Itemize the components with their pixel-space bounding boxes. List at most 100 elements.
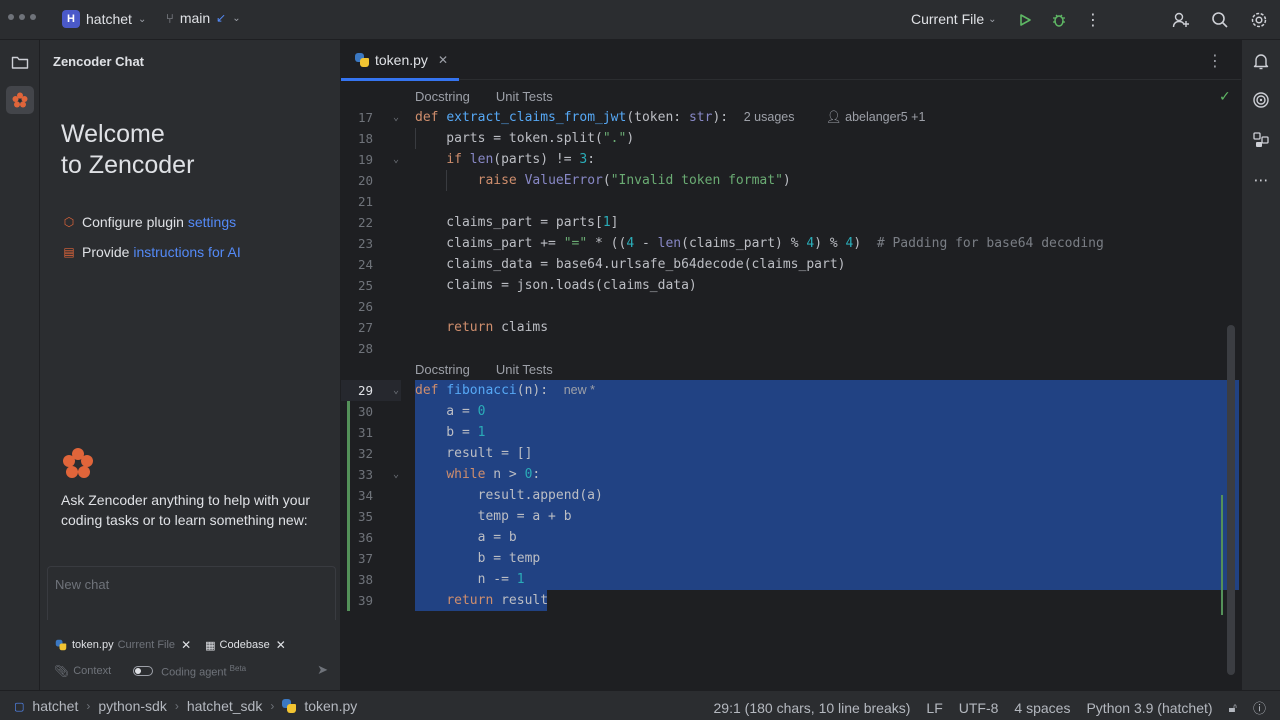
python-file-icon [282,699,297,713]
coding-agent-toggle[interactable] [133,666,154,676]
new-chat-input[interactable]: New chat [47,566,336,620]
info-icon[interactable]: ⓘ [1253,698,1266,717]
line-code: result.append(a) [415,488,603,503]
branch-selector[interactable]: ⑂ main ↙ ⌄ [166,10,241,26]
fold-icon[interactable]: ⌄ [393,464,399,485]
line-code: parts = token.split(".") [415,131,635,146]
code-line: 21 [341,191,1241,212]
breadcrumb-item[interactable]: python-sdk [98,698,166,714]
chip-codebase[interactable]: ▦ Codebase ✕ [205,638,286,652]
instructions-link[interactable]: instructions for AI [133,244,240,260]
line-code: a = b [415,530,517,545]
chevron-right-icon: › [270,699,275,713]
file-encoding[interactable]: UTF-8 [959,700,999,716]
chip-current-file[interactable]: token.py Current File ✕ [54,638,191,652]
panel-title: Zencoder Chat [53,54,145,69]
fold-icon[interactable]: ⌄ [393,107,399,128]
code-line: 26 [341,296,1241,317]
branch-name: main [179,10,211,26]
code-line: 17 ⌄ def extract_claims_from_jwt(token: … [341,107,1241,128]
indent-guide [415,128,416,149]
line-code: def fibonacci(n): new * [415,383,596,398]
project-folder-icon[interactable] [6,48,34,76]
vertical-scrollbar[interactable] [1227,325,1235,675]
welcome-line-2: to Zencoder [61,151,195,179]
line-code: claims_data = base64.urlsafe_b64decode(c… [415,257,846,272]
line-number: 23 [357,236,373,251]
run-config-label: Current File [911,11,985,27]
code-line: 20 raise ValueError("Invalid token forma… [341,170,1241,191]
chevron-right-icon: › [86,699,91,713]
fold-icon[interactable]: ⌄ [393,149,399,170]
line-code: def extract_claims_from_jwt(token: str):… [415,110,926,125]
line-number: 30 [357,404,373,419]
line-number: 22 [357,215,373,230]
line-code: b = 1 [415,425,486,440]
line-number: 25 [357,278,373,293]
code-line: 39 return result [341,590,1241,611]
unlock-icon[interactable]: 🔓︎ [1229,700,1237,716]
python-interpreter[interactable]: Python 3.9 (hatchet) [1086,700,1212,716]
run-icon[interactable] [1013,8,1037,32]
project-selector[interactable]: H hatchet ⌄ [62,10,146,28]
more-actions-icon[interactable]: ⋮ [1081,8,1105,32]
code-line: 27 return claims [341,317,1241,338]
ai-assistant-spiral-icon[interactable] [1248,87,1274,113]
breadcrumb-item[interactable]: hatchet [32,698,78,714]
chevron-right-icon: › [174,699,179,713]
docstring-hint[interactable]: Docstring [415,86,470,107]
hexagon-icon: ⬡ [63,215,75,229]
code-line: 35 temp = a + b [341,506,1241,527]
caret-position[interactable]: 29:1 (180 chars, 10 line breaks) [714,700,911,716]
new-marker-hint: new * [563,383,596,397]
search-icon[interactable] [1208,8,1232,32]
breadcrumb-item[interactable]: hatchet_sdk [187,698,263,714]
branch-icon: ⑂ [166,10,174,26]
send-icon[interactable]: ➤ [317,662,328,678]
chip-codebase-label: Codebase [219,639,270,651]
line-number: 36 [357,530,373,545]
settings-link[interactable]: settings [188,214,236,230]
main-menu-icon[interactable] [8,14,36,20]
line-number: 37 [357,551,373,566]
more-tool-windows-icon[interactable]: ⋯ [1248,167,1274,193]
line-code: while n > 0: [446,467,541,482]
context-chips: token.py Current File ✕ ▦ Codebase ✕ [47,630,336,660]
notifications-bell-icon[interactable] [1248,48,1274,74]
code-line: 31 b = 1 [341,422,1241,443]
database-plugin-icon[interactable] [1248,127,1274,153]
docstring-hint[interactable]: Docstring [415,359,470,380]
unit-tests-hint[interactable]: Unit Tests [496,359,553,380]
line-number: 20 [357,173,373,188]
line-code: n -= 1 [415,572,525,587]
left-tool-strip [0,40,40,690]
line-code: claims_part = parts[1] [415,215,619,230]
line-code: return claims [446,320,549,335]
indentation[interactable]: 4 spaces [1014,700,1070,716]
line-code: temp = a + b [415,509,572,524]
unit-tests-hint[interactable]: Unit Tests [496,86,553,107]
line-number: 17 [357,110,373,125]
code-area[interactable]: Docstring Unit Tests 17 ⌄ def extract_cl… [341,40,1241,690]
line-code: b = temp [415,551,541,566]
line-code: claims_part += "=" * ((4 - len(claims_pa… [415,236,1104,251]
run-configuration-selector[interactable]: Current File ⌄ [911,11,997,27]
line-separator[interactable]: LF [926,700,942,716]
code-line: 38 n -= 1 [341,569,1241,590]
settings-gear-icon[interactable] [1247,8,1271,32]
line-number: 21 [357,194,373,209]
breadcrumb-item[interactable]: token.py [304,698,357,714]
debug-icon[interactable] [1047,8,1071,32]
close-icon[interactable]: ✕ [276,638,286,652]
add-user-icon[interactable] [1169,8,1193,32]
line-number: 27 [357,320,373,335]
codebase-icon: ▦ [205,639,216,652]
context-button[interactable]: 📎︎ Context [54,664,111,678]
line-code: raise ValueError("Invalid token format") [477,173,791,188]
line-number: 19 [357,152,373,167]
configure-text: Configure plugin [82,214,188,230]
zencoder-icon[interactable] [6,86,34,114]
fold-icon[interactable]: ⌄ [393,380,399,401]
title-bar: H hatchet ⌄ ⑂ main ↙ ⌄ Current File ⌄ ⋮ [0,0,1280,40]
close-icon[interactable]: ✕ [181,638,191,652]
